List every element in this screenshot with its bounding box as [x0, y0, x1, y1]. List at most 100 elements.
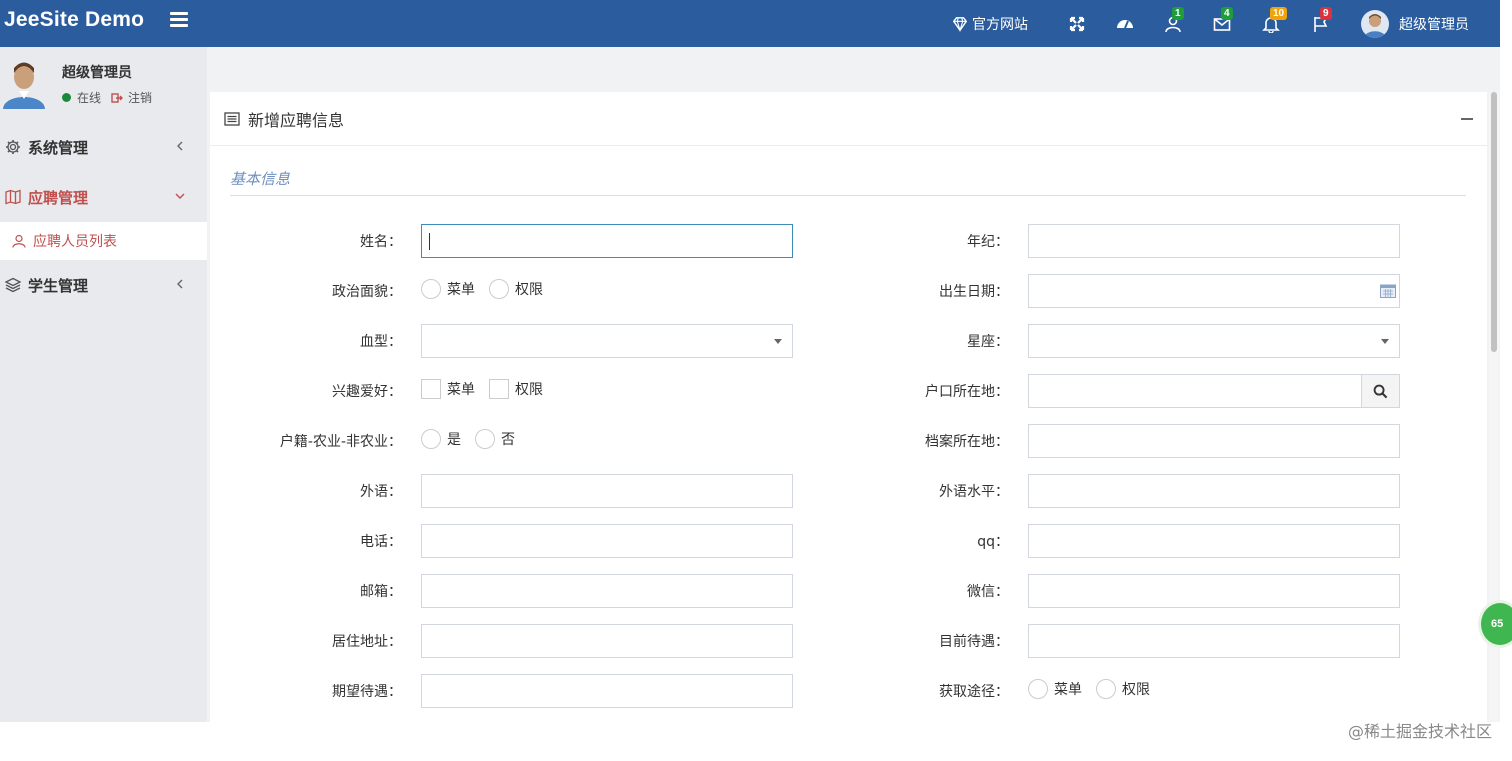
bell-badge: 10 — [1270, 6, 1288, 20]
mail-notification-button[interactable]: 4 — [1213, 0, 1233, 47]
bell-icon-wrap: 10 — [1262, 6, 1288, 34]
radio-label: 否 — [501, 432, 515, 448]
bell-notification-button[interactable]: 10 — [1262, 0, 1288, 47]
label-email: 邮箱： — [360, 584, 402, 600]
top-header: JeeSite Demo 官方网站 1 4 10 9 超级管理员 — [0, 0, 1500, 47]
sidebar-item-system[interactable]: 系统管理 — [0, 122, 207, 172]
menu-toggle-icon[interactable] — [170, 12, 188, 28]
label-archive-location: 档案所在地： — [925, 434, 1009, 450]
dashboard-button[interactable] — [1116, 0, 1134, 47]
label-foreign-language: 外语： — [360, 484, 402, 500]
label-qq: qq： — [977, 534, 1009, 550]
dropdown-arrow-icon — [1381, 339, 1389, 344]
scrollbar-thumb[interactable] — [1491, 92, 1497, 352]
political-status-radio-1[interactable] — [421, 279, 441, 299]
chevron-left-icon — [177, 279, 183, 289]
label-wechat: 微信： — [967, 584, 1009, 600]
sidebar-subitem-label: 应聘人员列表 — [33, 234, 117, 250]
user-avatar — [3, 62, 45, 109]
flag-badge: 9 — [1320, 6, 1332, 20]
sidebar: 超级管理员 在线 注销 系统管理 应聘管理 应聘人员列表 学生管理 — [0, 47, 207, 722]
radio-label: 菜单 — [1054, 682, 1082, 698]
fullscreen-button[interactable] — [1068, 0, 1086, 47]
card-header: 新增应聘信息 — [210, 92, 1487, 146]
form-row: 外语： 外语水平： — [210, 474, 1487, 508]
sidebar-user-name: 超级管理员 — [62, 65, 132, 81]
chevron-left-icon — [177, 141, 183, 151]
political-status-radio-group: 菜单 权限 — [421, 279, 557, 299]
label-household-location: 户口所在地： — [925, 384, 1009, 400]
collapse-icon[interactable] — [1461, 118, 1473, 120]
blood-type-select[interactable] — [421, 324, 793, 358]
label-political-status: 政治面貌： — [332, 284, 402, 300]
label-address: 居住地址： — [332, 634, 402, 650]
form-row: 政治面貌： 菜单 权限 出生日期： — [210, 274, 1487, 308]
hukou-radio-yes[interactable] — [421, 429, 441, 449]
form-row: 期望待遇： 获取途径： 菜单 权限 — [210, 674, 1487, 708]
card-title: 新增应聘信息 — [248, 110, 345, 130]
flag-notification-button[interactable]: 9 — [1312, 0, 1332, 47]
phone-input[interactable] — [421, 524, 793, 558]
text-caret — [429, 233, 430, 250]
label-source: 获取途径： — [939, 684, 1009, 700]
sidebar-subitem-applicant-list[interactable]: 应聘人员列表 — [0, 222, 207, 260]
sidebar-item-students[interactable]: 学生管理 — [0, 260, 207, 310]
calendar-icon[interactable] — [1380, 284, 1396, 298]
gear-icon — [6, 140, 20, 154]
sidebar-item-recruitment[interactable]: 应聘管理 — [0, 172, 207, 222]
form-row: 姓名： 年纪： — [210, 224, 1487, 258]
form-row: 电话： qq： — [210, 524, 1487, 558]
label-current-salary: 目前待遇： — [939, 634, 1009, 650]
form-card: 新增应聘信息 基本信息 姓名： 年纪： 政治面貌： 菜单 权限 出生日期： 血型… — [210, 92, 1487, 722]
birth-date-input[interactable] — [1028, 274, 1400, 308]
layers-icon — [5, 277, 21, 293]
chevron-down-icon — [175, 193, 185, 199]
hukou-radio-no[interactable] — [475, 429, 495, 449]
archive-location-input[interactable] — [1028, 424, 1400, 458]
hobbies-checkbox-2[interactable] — [489, 379, 509, 399]
foreign-language-input[interactable] — [421, 474, 793, 508]
app-logo[interactable]: JeeSite Demo — [4, 8, 144, 32]
address-input[interactable] — [421, 624, 793, 658]
current-salary-input[interactable] — [1028, 624, 1400, 658]
label-phone: 电话： — [360, 534, 402, 550]
expand-icon — [1069, 16, 1085, 31]
dropdown-arrow-icon — [774, 339, 782, 344]
age-input[interactable] — [1028, 224, 1400, 258]
user-icon-wrap: 1 — [1164, 6, 1184, 33]
user-icon — [12, 234, 26, 248]
flag-icon-wrap: 9 — [1312, 6, 1332, 33]
user-panel: 超级管理员 在线 注销 — [0, 47, 207, 122]
header-user-name: 超级管理员 — [1399, 16, 1469, 33]
language-level-input[interactable] — [1028, 474, 1400, 508]
wechat-input[interactable] — [1028, 574, 1400, 608]
official-site-link[interactable]: 官方网站 — [952, 0, 1028, 47]
name-input[interactable] — [421, 224, 793, 258]
search-button[interactable] — [1361, 375, 1399, 407]
qq-input[interactable] — [1028, 524, 1400, 558]
source-radio-1[interactable] — [1028, 679, 1048, 699]
hobbies-checkbox-1[interactable] — [421, 379, 441, 399]
mail-icon-wrap: 4 — [1213, 6, 1233, 33]
household-location-input[interactable] — [1028, 374, 1400, 408]
expected-salary-input[interactable] — [421, 674, 793, 708]
email-input[interactable] — [421, 574, 793, 608]
label-blood-type: 血型： — [360, 334, 402, 350]
political-status-radio-2[interactable] — [489, 279, 509, 299]
users-notification-button[interactable]: 1 — [1164, 0, 1184, 47]
official-site-label: 官方网站 — [972, 16, 1028, 33]
dashboard-icon — [1117, 19, 1133, 28]
sidebar-item-label: 系统管理 — [28, 138, 89, 157]
sidebar-item-label: 应聘管理 — [28, 188, 89, 207]
label-expected-salary: 期望待遇： — [332, 684, 402, 700]
source-radio-2[interactable] — [1096, 679, 1116, 699]
mail-badge: 4 — [1221, 6, 1233, 20]
logout-link[interactable]: 注销 — [128, 89, 152, 106]
label-hukou-type: 户籍-农业-非农业： — [279, 434, 402, 450]
section-divider — [230, 195, 1466, 196]
source-radio-group: 菜单 权限 — [1028, 679, 1164, 699]
constellation-select[interactable] — [1028, 324, 1400, 358]
sidebar-item-label: 学生管理 — [28, 276, 89, 295]
user-menu[interactable]: 超级管理员 — [1361, 0, 1469, 47]
logout-icon[interactable] — [111, 92, 124, 104]
